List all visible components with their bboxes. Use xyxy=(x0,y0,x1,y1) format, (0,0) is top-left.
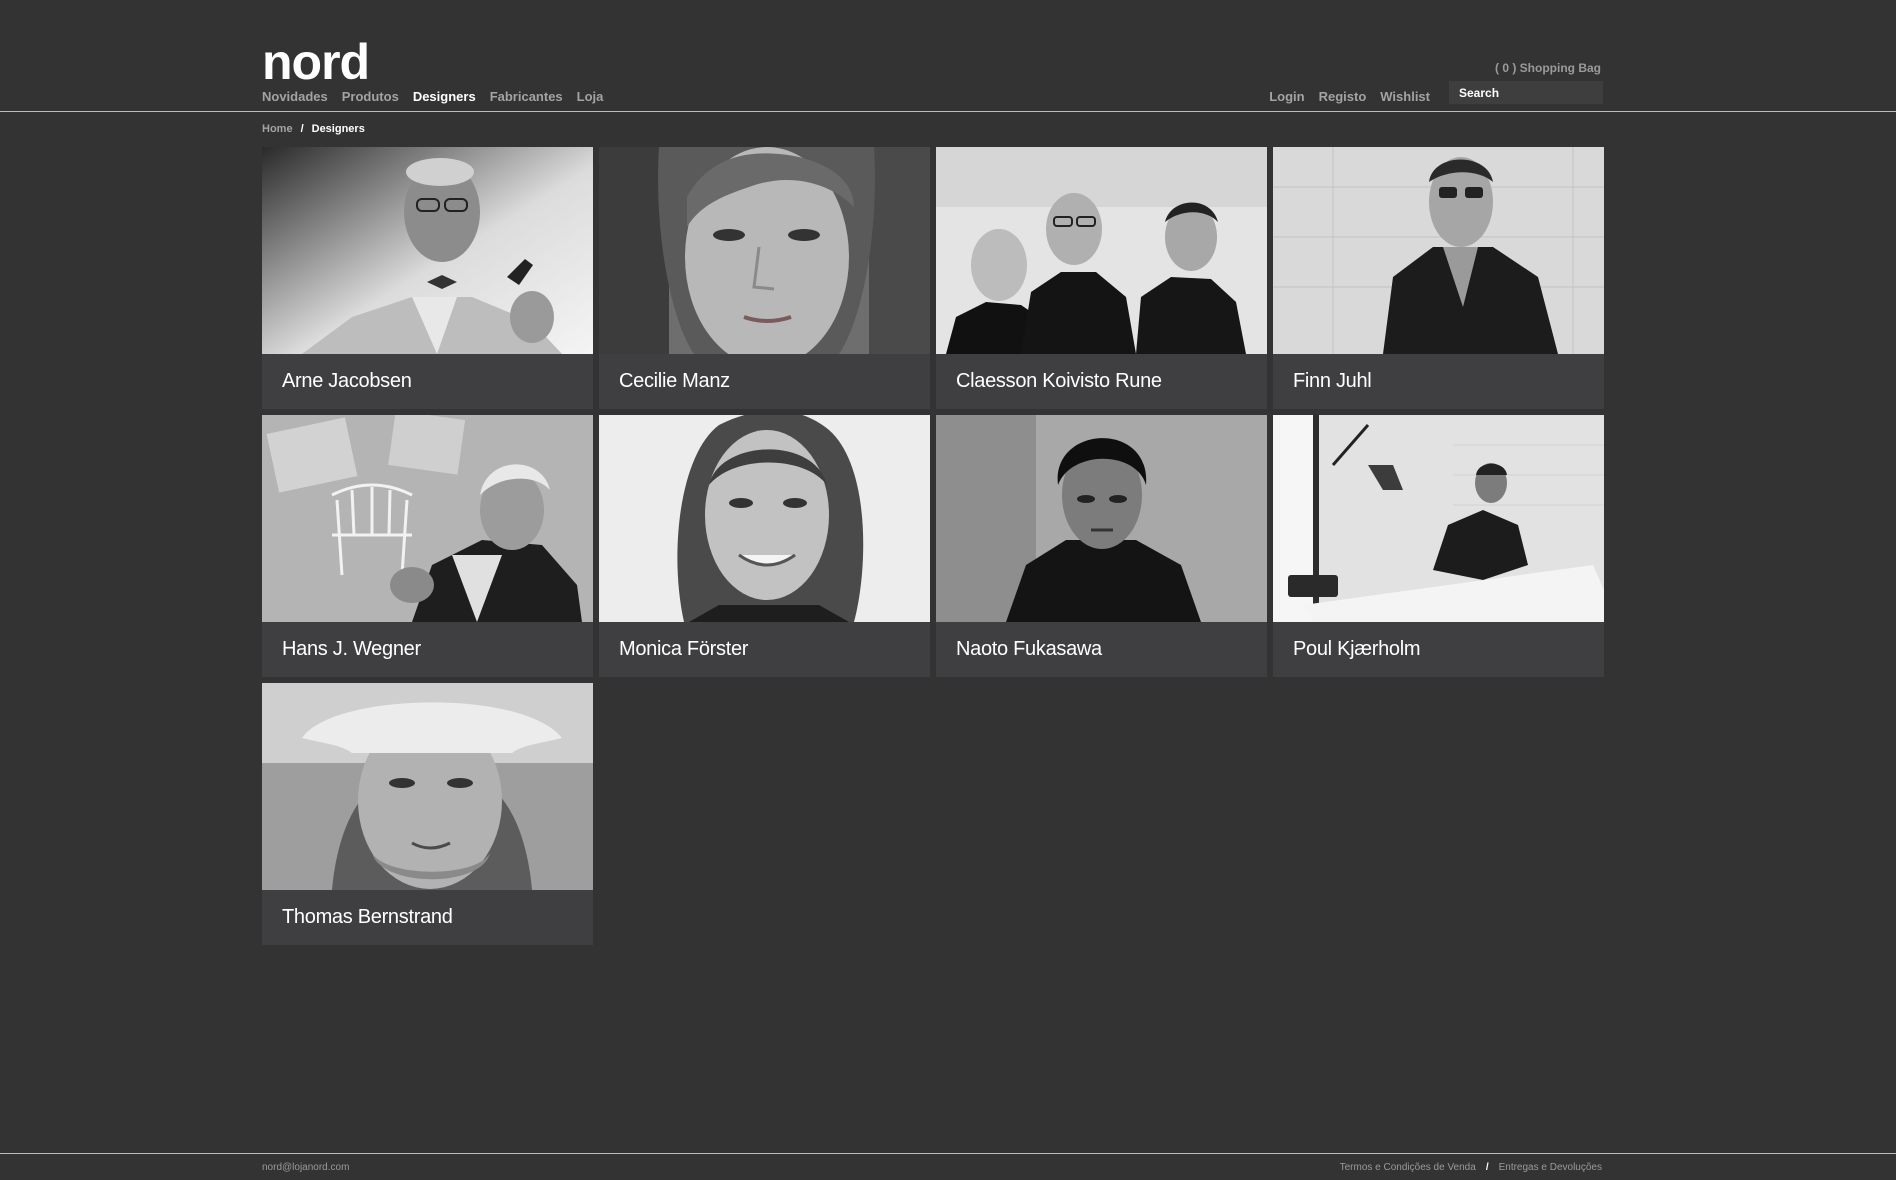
designer-photo xyxy=(1273,415,1604,622)
designer-card[interactable]: Thomas Bernstrand xyxy=(262,683,593,945)
designer-name: Naoto Fukasawa xyxy=(956,638,1102,660)
wishlist-link[interactable]: Wishlist xyxy=(1380,89,1430,104)
header-divider xyxy=(0,111,1896,112)
breadcrumb-separator: / xyxy=(300,123,304,135)
designer-name: Cecilie Manz xyxy=(619,370,730,392)
designer-name: Arne Jacobsen xyxy=(282,370,412,392)
breadcrumb-current: Designers xyxy=(311,123,365,135)
nav-item-fabricantes[interactable]: Fabricantes xyxy=(490,89,563,104)
footer-divider xyxy=(0,1153,1896,1154)
designer-photo xyxy=(262,683,593,890)
designer-name: Poul Kjærholm xyxy=(1293,638,1421,660)
designer-photo xyxy=(936,415,1267,622)
nav-item-loja[interactable]: Loja xyxy=(577,89,604,104)
designer-card[interactable]: Poul Kjærholm xyxy=(1273,415,1604,677)
footer-separator: / xyxy=(1485,1162,1489,1173)
login-link[interactable]: Login xyxy=(1269,89,1304,104)
designer-name: Finn Juhl xyxy=(1293,370,1372,392)
designer-card[interactable]: Naoto Fukasawa xyxy=(936,415,1267,677)
footer-links: Termos e Condições de Venda / Entregas e… xyxy=(1340,1162,1602,1173)
designer-photo xyxy=(936,147,1267,354)
designer-card[interactable]: Arne Jacobsen xyxy=(262,147,593,409)
designer-grid: Arne Jacobsen Cecilie Manz Claesson Koiv… xyxy=(262,147,1604,945)
designer-name: Hans J. Wegner xyxy=(282,638,421,660)
designer-photo xyxy=(599,415,930,622)
terms-link[interactable]: Termos e Condições de Venda xyxy=(1340,1162,1476,1173)
search-input[interactable] xyxy=(1449,81,1603,104)
page: nord Novidades Produtos Designers Fabric… xyxy=(0,0,1896,1180)
main-nav: Novidades Produtos Designers Fabricantes… xyxy=(262,89,603,104)
nav-item-novidades[interactable]: Novidades xyxy=(262,89,328,104)
shopping-bag-link[interactable]: ( 0 ) Shopping Bag xyxy=(1495,61,1601,75)
designer-photo xyxy=(1273,147,1604,354)
designer-name: Thomas Bernstrand xyxy=(282,906,453,928)
nav-item-designers[interactable]: Designers xyxy=(413,89,476,104)
nav-item-produtos[interactable]: Produtos xyxy=(342,89,399,104)
designer-photo xyxy=(262,415,593,622)
designer-card[interactable]: Finn Juhl xyxy=(1273,147,1604,409)
designer-name: Monica Förster xyxy=(619,638,749,660)
designer-photo xyxy=(599,147,930,354)
user-nav: Login Registo Wishlist xyxy=(1269,89,1430,104)
designer-card[interactable]: Cecilie Manz xyxy=(599,147,930,409)
designer-card[interactable]: Hans J. Wegner xyxy=(262,415,593,677)
designer-card[interactable]: Claesson Koivisto Rune xyxy=(936,147,1267,409)
designer-name: Claesson Koivisto Rune xyxy=(956,370,1162,392)
footer-email-link[interactable]: nord@lojanord.com xyxy=(262,1162,349,1173)
delivery-returns-link[interactable]: Entregas e Devoluções xyxy=(1499,1162,1602,1173)
register-link[interactable]: Registo xyxy=(1319,89,1367,104)
breadcrumb-home[interactable]: Home xyxy=(262,123,293,135)
logo[interactable]: nord xyxy=(262,32,370,92)
breadcrumb: Home / Designers xyxy=(262,123,365,135)
designer-photo xyxy=(262,147,593,354)
designer-card[interactable]: Monica Förster xyxy=(599,415,930,677)
